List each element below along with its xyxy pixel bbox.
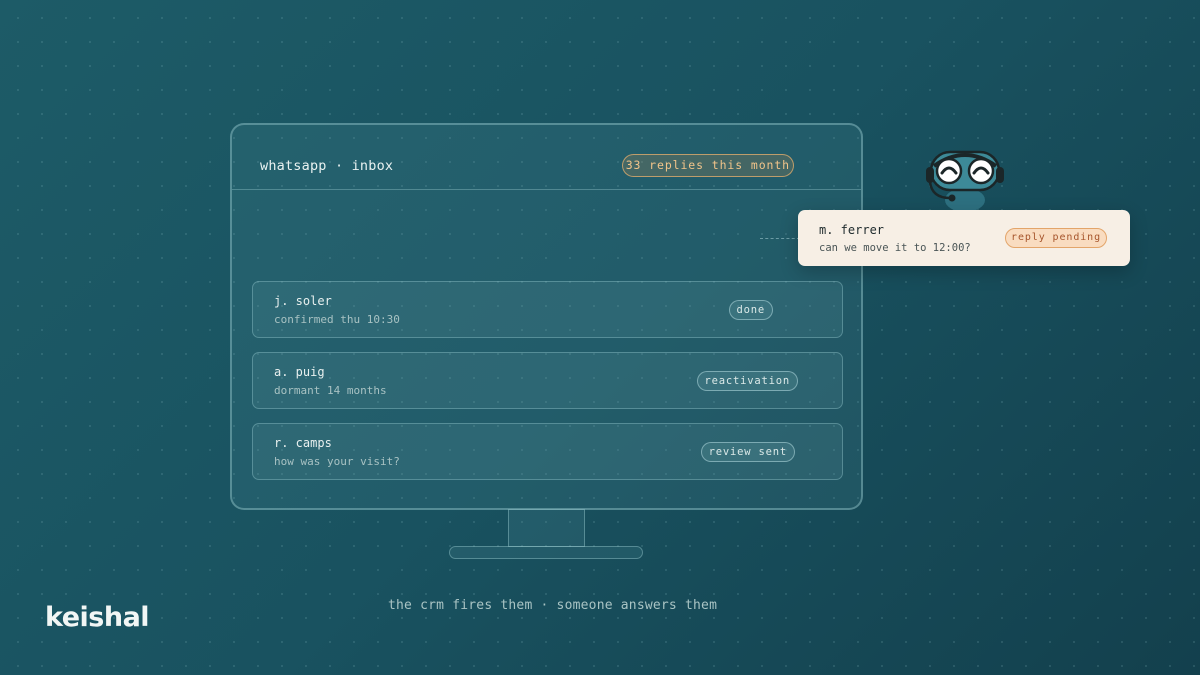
reply-pending-badge: reply pending (1005, 228, 1107, 248)
status-tag: done (728, 300, 773, 320)
brand-logo: keishal (45, 602, 150, 633)
contact-name: j. soler (274, 294, 332, 308)
message-text: can we move it to 12:00? (819, 242, 971, 254)
tagline-caption: the crm fires them · someone answers the… (388, 598, 718, 613)
notification-connector-line (760, 238, 800, 239)
contact-detail: how was your visit? (274, 455, 400, 468)
inbox-row[interactable]: a. puig dormant 14 months reactivation (252, 352, 843, 409)
inbox-row[interactable]: j. soler confirmed thu 10:30 done (252, 281, 843, 338)
sender-name: m. ferrer (819, 223, 885, 237)
inbox-header: whatsapp · inbox 33 replies this month (232, 125, 861, 190)
contact-name: a. puig (274, 365, 325, 379)
contact-detail: dormant 14 months (274, 384, 387, 397)
contact-detail: confirmed thu 10:30 (274, 313, 400, 326)
monitor-stand-neck (508, 509, 585, 547)
headset-robot-mascot-icon (926, 150, 1004, 212)
inbox-monitor: whatsapp · inbox 33 replies this month j… (230, 123, 863, 510)
incoming-message-card[interactable]: m. ferrer can we move it to 12:00? reply… (798, 210, 1130, 266)
status-tag: review sent (700, 442, 795, 462)
status-tag: reactivation (696, 371, 798, 391)
inbox-row[interactable]: r. camps how was your visit? review sent (252, 423, 843, 480)
monitor-stand-base (449, 546, 643, 559)
monthly-replies-badge: 33 replies this month (621, 154, 794, 177)
contact-name: r. camps (274, 436, 332, 450)
inbox-title: whatsapp · inbox (260, 158, 394, 174)
